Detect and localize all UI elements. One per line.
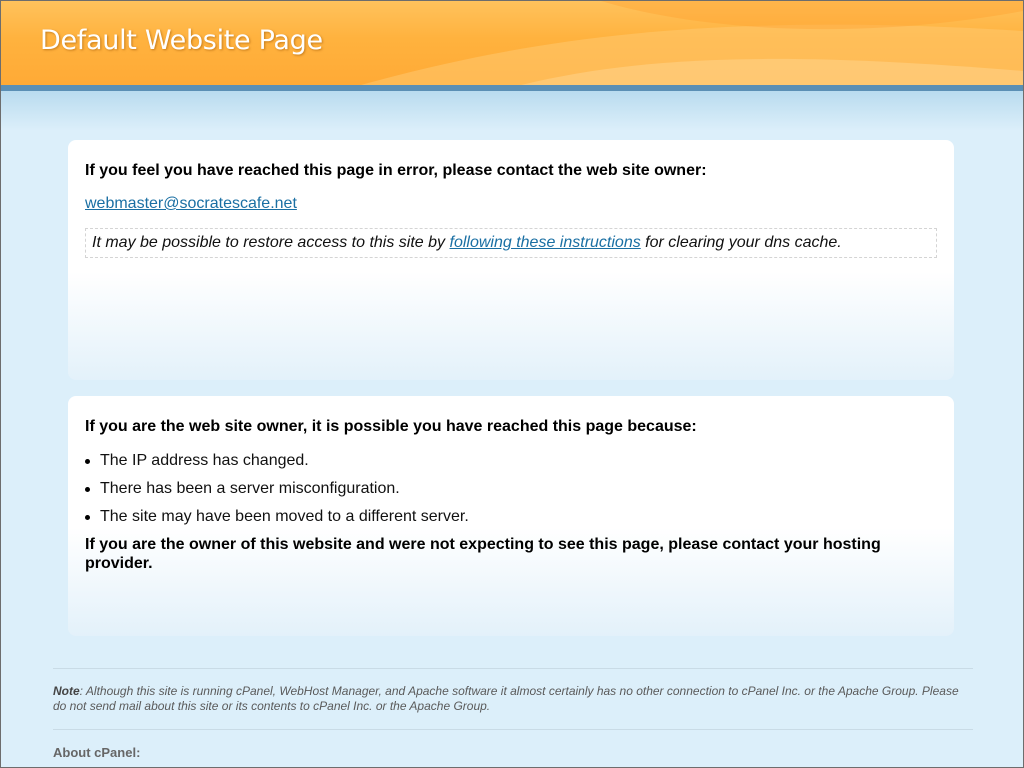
reason-text: The IP address has changed. [100, 452, 309, 469]
dns-note-text-after: for clearing your dns cache. [640, 234, 842, 251]
bullet-icon [85, 459, 90, 464]
webmaster-email-link[interactable]: webmaster@socratescafe.net [85, 195, 297, 213]
list-item: The site may have been moved to a differ… [85, 507, 469, 535]
footer-note: Note: Although this site is running cPan… [53, 684, 963, 714]
reason-text: There has been a server misconfiguration… [100, 480, 400, 497]
bullet-icon [85, 487, 90, 492]
dns-instructions-link[interactable]: following these instructions [450, 234, 641, 251]
owner-info-panel: If you are the web site owner, it is pos… [68, 396, 954, 636]
note-text: : Although this site is running cPanel, … [53, 684, 959, 713]
reason-text: The site may have been moved to a differ… [100, 508, 469, 525]
dns-cache-note: It may be possible to restore access to … [85, 228, 937, 258]
reason-list: The IP address has changed. There has be… [85, 451, 469, 535]
contact-hosting-note: If you are the owner of this website and… [85, 536, 881, 572]
header-shadow [1, 91, 1023, 131]
footer-divider [53, 729, 973, 730]
footer-divider [53, 668, 973, 669]
error-contact-panel: If you feel you have reached this page i… [68, 140, 954, 380]
about-cpanel-heading: About cPanel: [53, 745, 141, 760]
owner-info-heading: If you are the web site owner, it is pos… [85, 418, 697, 435]
list-item: The IP address has changed. [85, 451, 469, 479]
browser-page: Default Website Page If you feel you hav… [0, 0, 1024, 768]
list-item: There has been a server misconfiguration… [85, 479, 469, 507]
page-header: Default Website Page [1, 1, 1023, 85]
note-label: Note [53, 684, 80, 698]
page-title: Default Website Page [40, 25, 323, 56]
dns-note-text-before: It may be possible to restore access to … [92, 234, 450, 251]
error-contact-heading: If you feel you have reached this page i… [85, 162, 707, 179]
bullet-icon [85, 515, 90, 520]
